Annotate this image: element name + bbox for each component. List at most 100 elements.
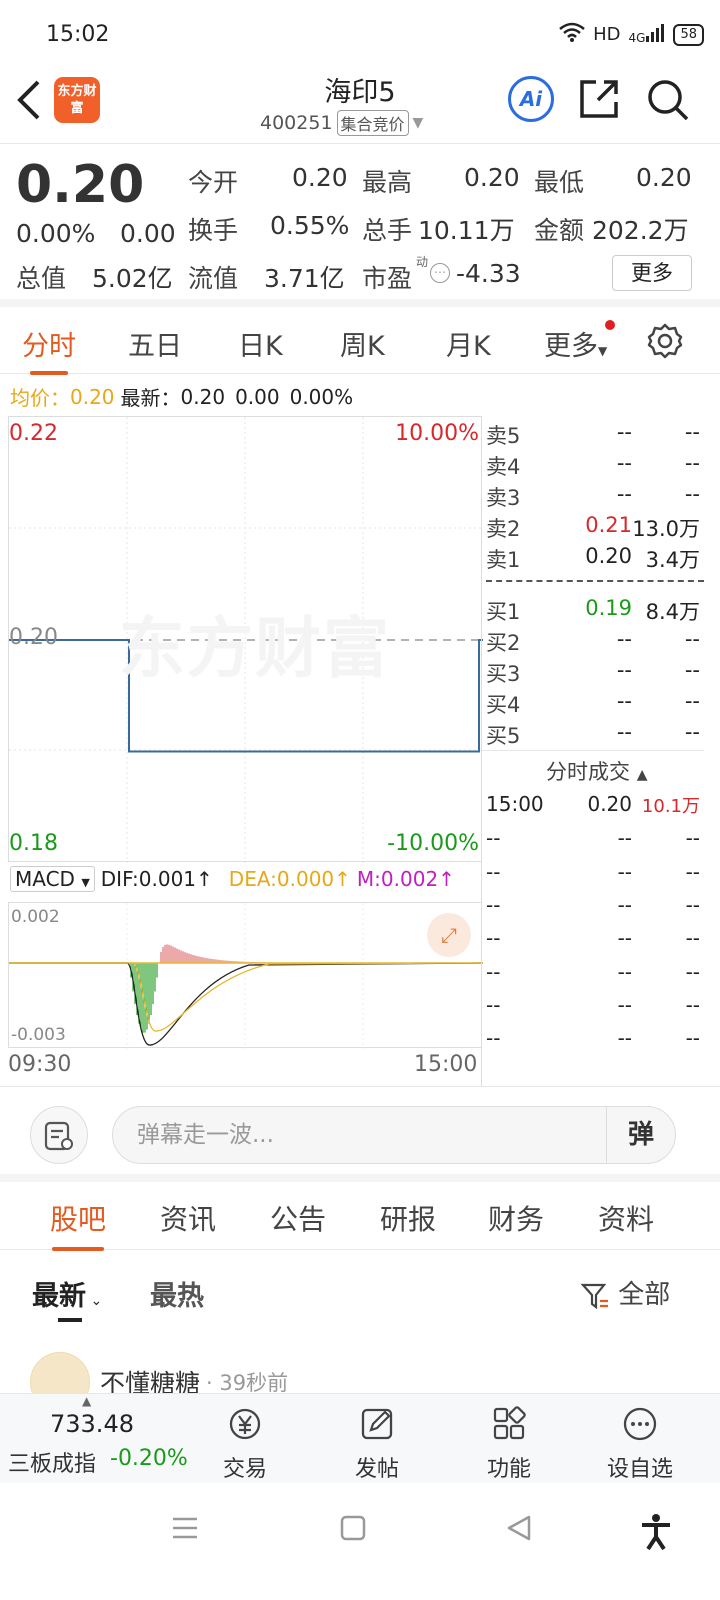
signal-icon: 4G — [629, 24, 666, 45]
ask-vol: -- — [684, 451, 700, 475]
stock-code-row[interactable]: 400251 集合竞价 ▼ — [260, 110, 423, 136]
filter-hot[interactable]: 最热 — [150, 1274, 204, 1313]
trade-row: -- -- -- — [486, 993, 704, 1026]
low-label: 最低 — [534, 168, 585, 197]
status-bar: 15:02 HD 4G 58 — [0, 0, 720, 70]
home-icon[interactable] — [338, 1513, 368, 1551]
wifi-icon — [559, 22, 585, 47]
trade-time: -- — [486, 893, 501, 917]
tab-weekly-k[interactable]: 周K — [340, 324, 385, 363]
current-price: 0.20 — [16, 155, 145, 215]
filter-latest[interactable]: 最新 ⌄ — [32, 1274, 102, 1313]
info-icon[interactable]: ⋯ — [430, 263, 450, 283]
quote-panel: 0.20 0.00% 0.00 今开 0.20 最高 0.20 最低 0.20 … — [0, 145, 720, 307]
bid-row: 买1 0.19 8.4万 — [486, 596, 704, 627]
bid-label: 买5 — [486, 724, 521, 748]
bid-row: 买4 -- -- — [486, 689, 704, 720]
trade-vol: -- — [685, 1026, 700, 1050]
float-label: 流值 — [188, 264, 239, 293]
tab-monthly-k[interactable]: 月K — [446, 324, 491, 363]
filter-all[interactable]: 全部 — [580, 1274, 670, 1311]
index-value[interactable]: 733.48 — [50, 1410, 134, 1438]
intraday-chart[interactable]: 东方财富 0.22 10.00% 0.20 0.18 -10.00% — [8, 416, 483, 863]
tab-profile[interactable]: 资料 — [598, 1198, 654, 1238]
trade-price: 0.20 — [587, 792, 632, 816]
tab-intraday[interactable]: 分时 — [22, 324, 76, 375]
ask-label: 卖5 — [486, 424, 521, 448]
trade-time: -- — [486, 993, 501, 1017]
macd-selector[interactable]: MACD ▼ — [10, 866, 95, 892]
post-button[interactable]: 发帖 — [337, 1406, 417, 1483]
functions-label: 功能 — [486, 1457, 531, 1482]
feed-filter: 最新 ⌄ 最热 全部 — [0, 1270, 720, 1330]
danmu-send-button[interactable]: 弹 — [606, 1107, 675, 1163]
more-button[interactable]: 更多 — [612, 255, 692, 291]
pe-value: -4.33 — [456, 259, 521, 288]
turnover-value: 0.55% — [270, 211, 350, 240]
trades-header[interactable]: 分时成交 ▲ — [546, 756, 647, 786]
search-icon[interactable] — [646, 78, 690, 126]
latest-change-pct: 0.00% — [289, 384, 354, 409]
open-value: 0.20 — [292, 163, 348, 192]
trade-button[interactable]: 交易 — [205, 1406, 285, 1483]
bid-price: -- — [616, 689, 632, 713]
bid-label: 买3 — [486, 662, 521, 686]
danmu-settings-icon[interactable] — [30, 1106, 88, 1164]
trade-time: -- — [486, 926, 501, 950]
tab-announcements[interactable]: 公告 — [270, 1198, 326, 1238]
bid-price: -- — [616, 658, 632, 682]
macd-dea: DEA:0.000↑ — [228, 867, 351, 891]
tab-forum[interactable]: 股吧 — [50, 1198, 106, 1251]
app-logo[interactable]: 东方财富 — [54, 77, 100, 123]
tab-financials[interactable]: 财务 — [488, 1198, 544, 1238]
macd-chart[interactable]: 0.002 -0.003 ⤢ — [8, 902, 483, 1049]
trade-time: -- — [486, 1026, 501, 1050]
auction-tag: 集合竞价 — [336, 110, 409, 136]
bid-row: 买2 -- -- — [486, 627, 704, 658]
caret-up-icon: ▲ — [82, 1394, 92, 1408]
trade-vol: 10.1万 — [641, 796, 700, 817]
tab-five-day[interactable]: 五日 — [128, 324, 182, 363]
settings-gear-icon[interactable] — [646, 322, 684, 364]
volume-value: 10.11万 — [418, 216, 515, 245]
back-arrow-icon[interactable] — [14, 78, 44, 126]
more-dots-icon — [600, 1406, 680, 1451]
macd-header: MACD ▼ DIF:0.001↑ DEA:0.000↑ M:0.002↑ — [10, 866, 455, 892]
caret-icon: ▼ — [81, 876, 90, 889]
trade-price: -- — [617, 993, 632, 1017]
tab-daily-k[interactable]: 日K — [238, 324, 283, 363]
bid-label: 买4 — [486, 693, 521, 717]
add-watchlist-button[interactable]: 设自选 — [600, 1406, 680, 1483]
accessibility-icon[interactable] — [640, 1513, 672, 1559]
stock-name: 海印5 — [324, 77, 396, 108]
ai-button[interactable]: Ai — [508, 76, 554, 122]
grid-icon — [469, 1406, 549, 1451]
bid-price: 0.19 — [585, 596, 632, 620]
danmu-input[interactable]: 弹幕走一波... — [112, 1106, 676, 1164]
add-watchlist-label: 设自选 — [606, 1457, 673, 1482]
bid-label: 买1 — [486, 600, 521, 624]
expand-icon[interactable]: ⤢ — [427, 913, 471, 957]
bid-vol: -- — [684, 720, 700, 744]
back-triangle-icon[interactable] — [505, 1513, 535, 1551]
menu-icon[interactable] — [170, 1513, 200, 1551]
trade-row: -- -- -- — [486, 826, 704, 859]
tab-news[interactable]: 资讯 — [160, 1198, 216, 1238]
index-name[interactable]: 三板成指 — [8, 1446, 96, 1478]
trade-time: -- — [486, 860, 501, 884]
trade-vol: -- — [685, 826, 700, 850]
system-nav-bar — [0, 1483, 720, 1600]
time-axis-start: 09:30 — [8, 1052, 72, 1077]
trade-row: -- -- -- — [486, 893, 704, 926]
tab-more[interactable]: 更多▼ — [544, 320, 616, 363]
macd-dif: DIF:0.001↑ — [100, 867, 213, 891]
share-icon[interactable] — [578, 78, 620, 124]
high-value: 0.20 — [464, 163, 520, 192]
trade-row: -- -- -- — [486, 1026, 704, 1059]
functions-button[interactable]: 功能 — [469, 1406, 549, 1483]
post-label: 发帖 — [354, 1457, 399, 1482]
filter-latest-label: 最新 — [32, 1281, 86, 1312]
tab-research[interactable]: 研报 — [380, 1198, 436, 1238]
ask-vol: -- — [684, 482, 700, 506]
notification-dot — [605, 320, 616, 330]
